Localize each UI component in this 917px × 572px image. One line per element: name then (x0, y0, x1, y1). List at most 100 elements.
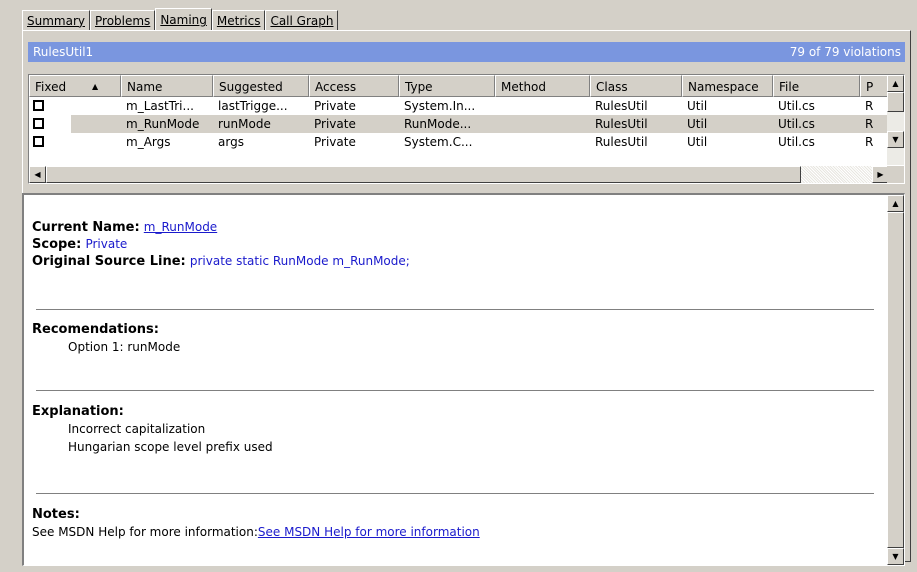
cell-type: System.In... (404, 99, 476, 113)
column-label: Fixed (35, 80, 67, 94)
tab-label: Naming (160, 13, 207, 27)
explanation-heading: Explanation: (32, 404, 124, 419)
scroll-up-button[interactable]: ▲ (887, 75, 904, 92)
cell-file: Util.cs (778, 99, 815, 113)
cell-access: Private (314, 135, 356, 149)
scope-label: Scope: (32, 237, 82, 252)
cell-namespace: Util (687, 99, 708, 113)
column-header-type[interactable]: Type (399, 75, 495, 97)
tab-label: Call Graph (270, 14, 334, 28)
scrollbar-corner (887, 166, 904, 183)
arrow-up-icon: ▲ (892, 79, 899, 88)
tab-naming[interactable]: Naming (155, 8, 212, 30)
cell-p: R (865, 117, 874, 131)
violation-count: 79 of 79 violations (789, 45, 901, 59)
scroll-thumb[interactable] (887, 212, 904, 548)
arrow-down-icon: ▼ (892, 135, 899, 144)
tab-label: Metrics (216, 14, 261, 28)
table-row-selected[interactable]: m_RunMode runMode Private RunMode... Rul… (29, 115, 889, 133)
cell-method (500, 133, 588, 151)
cell-suggested: args (218, 135, 244, 149)
source-value: private static RunMode m_RunMode; (189, 254, 410, 268)
divider (36, 493, 874, 495)
column-header-namespace[interactable]: Namespace (682, 75, 773, 97)
source-line: Original Source Line: private static Run… (32, 254, 410, 269)
column-header-fixed[interactable]: Fixed ▲ (29, 75, 121, 97)
arrow-left-icon: ◀ (34, 170, 41, 179)
grid-horizontal-scrollbar[interactable]: ◀ ▶ (29, 166, 889, 183)
divider (36, 309, 874, 311)
cell-access: Private (314, 99, 356, 113)
explanation-item: Hungarian scope level prefix used (68, 440, 273, 454)
column-header-p[interactable]: P (860, 75, 889, 97)
cell-file: Util.cs (778, 135, 815, 149)
column-header-file[interactable]: File (773, 75, 860, 97)
scroll-thumb[interactable] (46, 166, 801, 183)
recommendation-item: Option 1: runMode (68, 340, 181, 354)
tab-summary[interactable]: Summary (22, 10, 90, 30)
fixed-checkbox[interactable] (33, 100, 44, 111)
tab-call-graph[interactable]: Call Graph (265, 10, 339, 30)
notes-text: See MSDN Help for more information: (32, 525, 258, 539)
cell-name: m_LastTri... (126, 99, 194, 113)
sort-ascending-icon: ▲ (92, 82, 99, 91)
cell-class: RulesUtil (595, 99, 648, 113)
table-row[interactable]: m_LastTri... lastTrigge... Private Syste… (29, 97, 889, 115)
column-header-suggested[interactable]: Suggested (213, 75, 309, 97)
scroll-down-button[interactable]: ▼ (887, 548, 904, 565)
cell-suggested: lastTrigge... (218, 99, 288, 113)
cell-method (500, 97, 588, 115)
recommendations-heading: Recomendations: (32, 322, 159, 337)
cell-p: R (865, 99, 874, 113)
cell-namespace: Util (687, 135, 708, 149)
column-header-access[interactable]: Access (309, 75, 399, 97)
cell-namespace: Util (687, 117, 708, 131)
scope-value: Private (85, 237, 128, 251)
tab-strip: Summary Problems Naming Metrics Call Gra… (22, 8, 339, 30)
fixed-checkbox[interactable] (33, 136, 44, 147)
panel-title-bar: RulesUtil1 79 of 79 violations (28, 42, 905, 62)
msdn-help-link[interactable]: See MSDN Help for more information (258, 525, 480, 539)
fixed-checkbox[interactable] (33, 118, 44, 129)
cell-name: m_RunMode (126, 117, 200, 131)
source-label: Original Source Line: (32, 254, 186, 269)
cell-file: Util.cs (778, 117, 815, 131)
current-name-link[interactable]: m_RunMode (144, 220, 217, 234)
panel-title: RulesUtil1 (33, 45, 94, 59)
cell-method (500, 115, 588, 133)
grid-vertical-scrollbar[interactable]: ▲ ▼ (887, 75, 904, 165)
explanation-item: Incorrect capitalization (68, 422, 206, 436)
cell-class: RulesUtil (595, 117, 648, 131)
table-row[interactable]: m_Args args Private System.C... RulesUti… (29, 133, 889, 151)
scope-line: Scope: Private (32, 237, 127, 252)
current-name-line: Current Name: m_RunMode (32, 220, 217, 235)
notes-line: See MSDN Help for more information:See M… (32, 525, 480, 539)
violations-grid[interactable]: Fixed ▲ Name Suggested Access Type Method… (28, 74, 905, 184)
cell-type: RunMode... (404, 117, 472, 131)
column-header-method[interactable]: Method (495, 75, 590, 97)
scroll-thumb[interactable] (887, 92, 904, 112)
arrow-right-icon: ▶ (877, 170, 884, 179)
scroll-down-button[interactable]: ▼ (887, 131, 904, 148)
scroll-left-button[interactable]: ◀ (29, 166, 46, 183)
cell-name: m_Args (126, 135, 171, 149)
arrow-down-icon: ▼ (892, 552, 899, 561)
tab-label: Summary (27, 14, 85, 28)
scroll-up-button[interactable]: ▲ (887, 195, 904, 212)
cell-class: RulesUtil (595, 135, 648, 149)
column-header-class[interactable]: Class (590, 75, 682, 97)
column-header-name[interactable]: Name (121, 75, 213, 97)
detail-vertical-scrollbar[interactable]: ▲ ▼ (887, 195, 904, 565)
tab-problems[interactable]: Problems (90, 10, 156, 30)
cell-type: System.C... (404, 135, 473, 149)
current-name-label: Current Name: (32, 220, 140, 235)
divider (36, 390, 874, 392)
arrow-up-icon: ▲ (892, 199, 899, 208)
cell-suggested: runMode (218, 117, 271, 131)
tab-label: Problems (95, 14, 151, 28)
tab-metrics[interactable]: Metrics (211, 10, 266, 30)
cell-p: R (865, 135, 874, 149)
detail-pane: Current Name: m_RunMode Scope: Private O… (22, 193, 905, 566)
notes-heading: Notes: (32, 507, 80, 522)
cell-access: Private (314, 117, 356, 131)
